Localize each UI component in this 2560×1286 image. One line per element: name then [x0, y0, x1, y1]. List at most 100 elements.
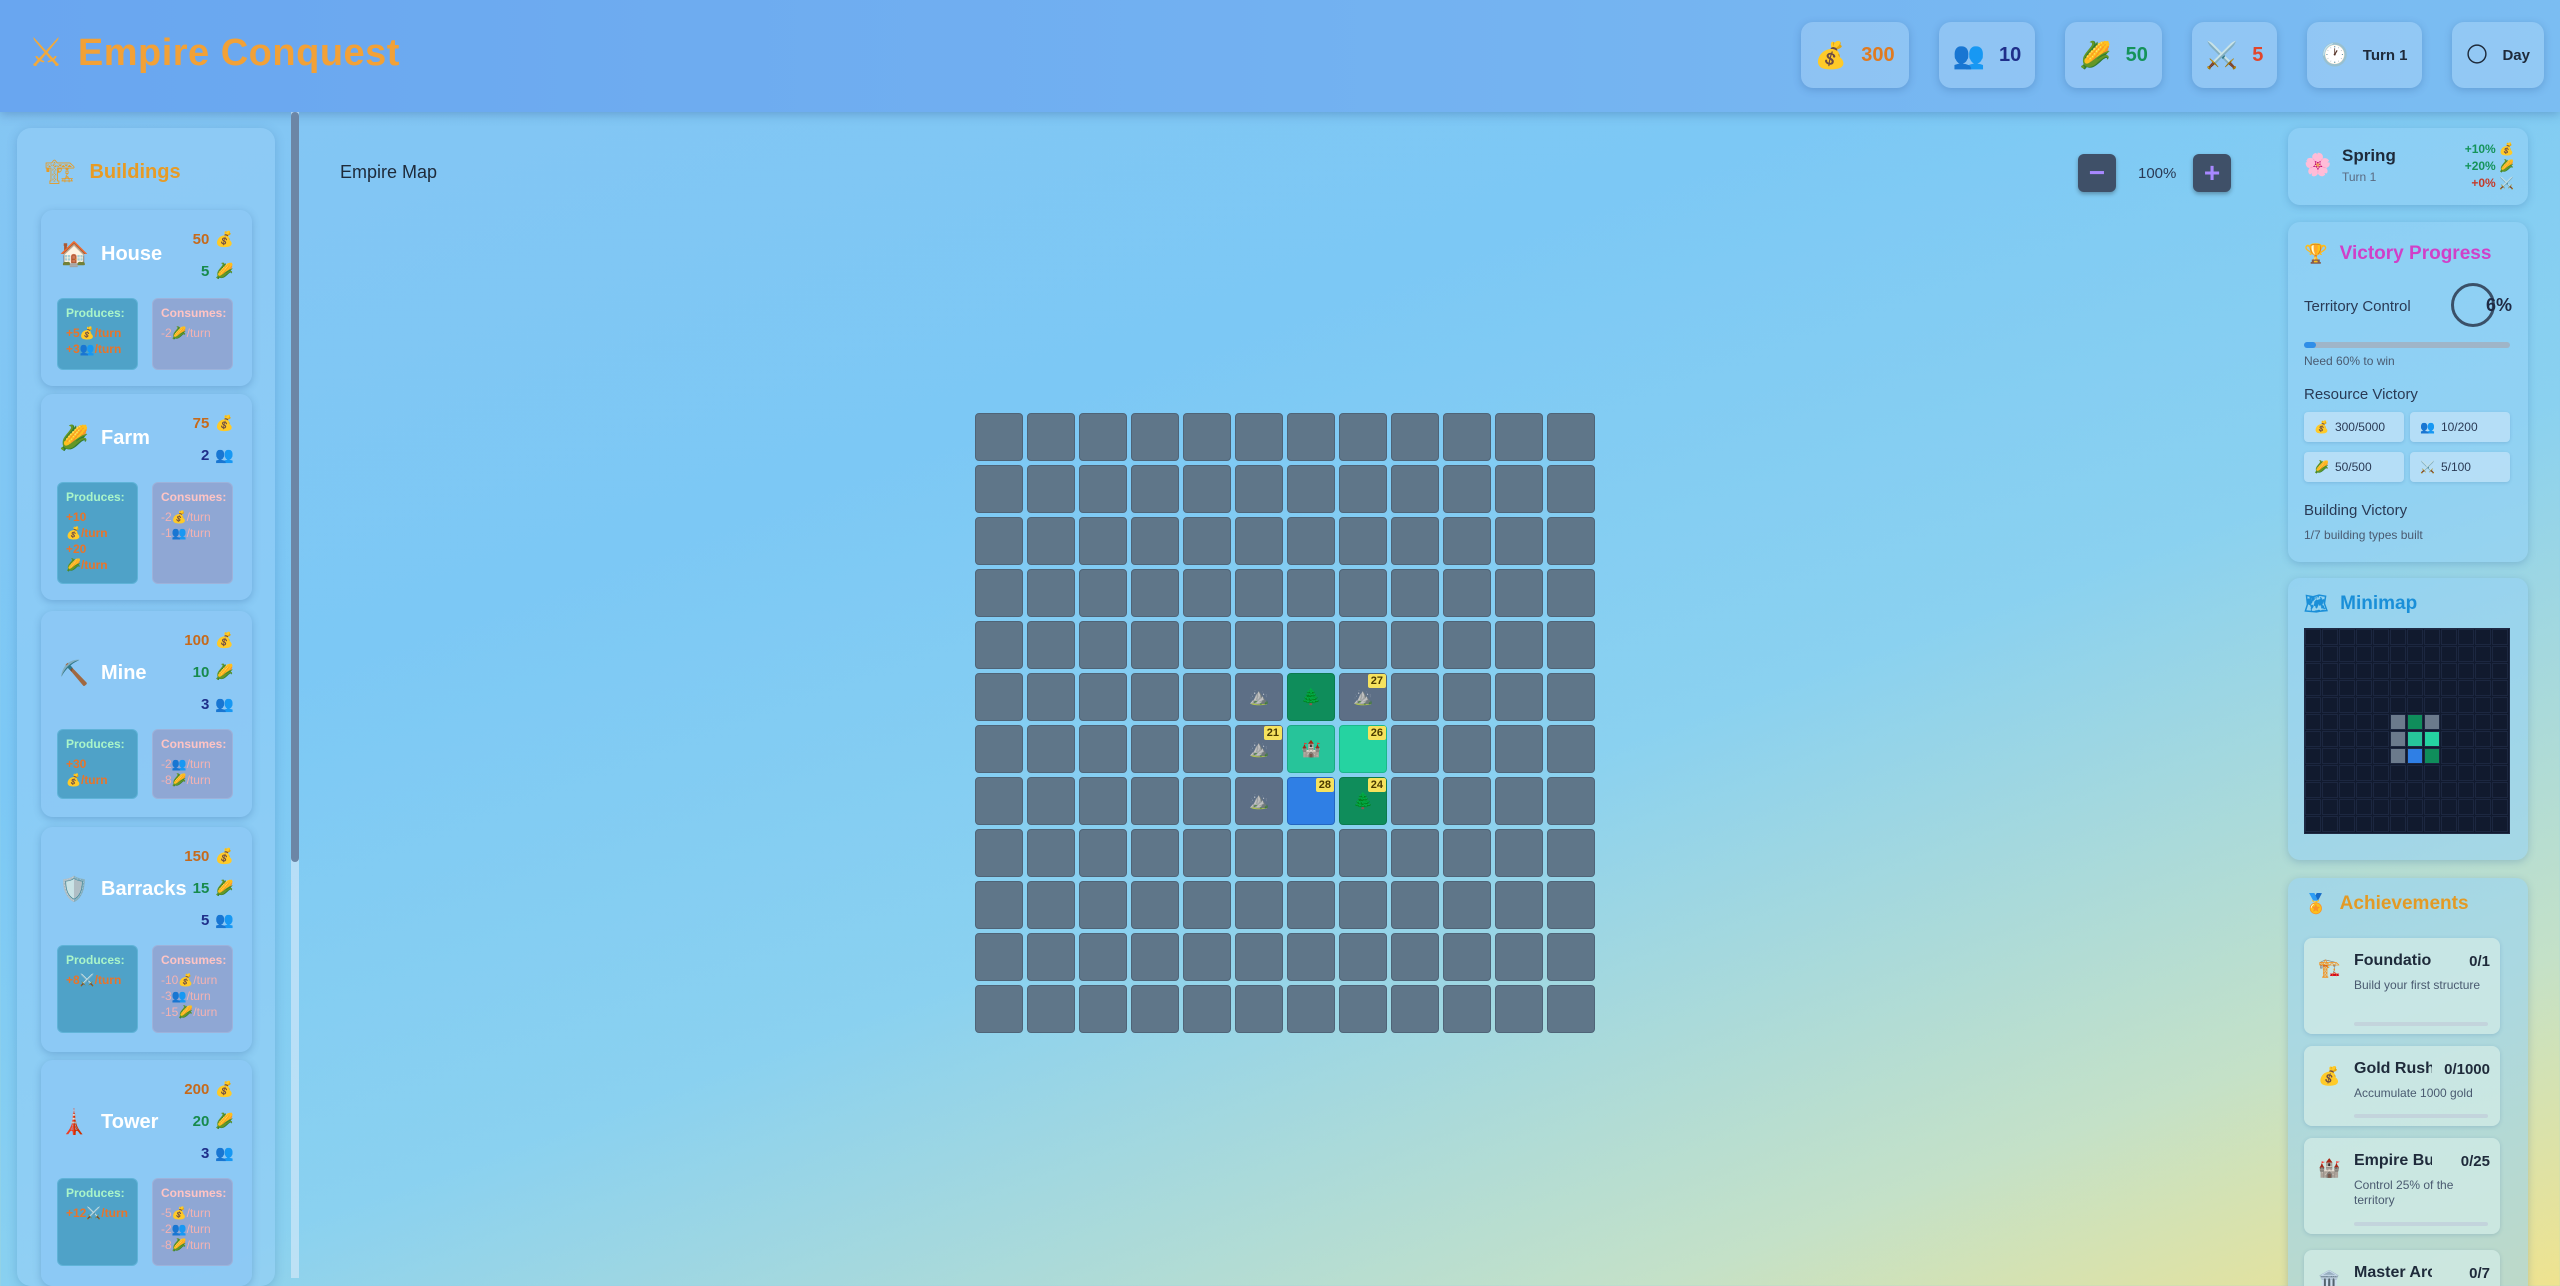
- map-tile[interactable]: [1027, 881, 1075, 929]
- map-tile[interactable]: [1547, 725, 1595, 773]
- map-tile[interactable]: [1391, 725, 1439, 773]
- map-tile[interactable]: [1495, 985, 1543, 1033]
- map-tile[interactable]: [1183, 621, 1231, 669]
- map-tile[interactable]: [1443, 465, 1491, 513]
- map-tile[interactable]: [1391, 933, 1439, 981]
- map-tile[interactable]: [975, 465, 1023, 513]
- map-tile[interactable]: [1547, 673, 1595, 721]
- map-tile-castle[interactable]: 🏰: [1287, 725, 1335, 773]
- map-tile[interactable]: [1391, 829, 1439, 877]
- map-tile[interactable]: [1131, 673, 1179, 721]
- map-tile[interactable]: [1339, 517, 1387, 565]
- map-tile[interactable]: [1547, 413, 1595, 461]
- map-tile[interactable]: [1235, 829, 1283, 877]
- map-tile[interactable]: [1131, 829, 1179, 877]
- map-tile[interactable]: [1495, 725, 1543, 773]
- minimap-view[interactable]: [2304, 628, 2510, 834]
- map-tile[interactable]: [1131, 725, 1179, 773]
- map-tile[interactable]: [1079, 933, 1127, 981]
- map-tile[interactable]: [975, 413, 1023, 461]
- map-tile[interactable]: [1443, 517, 1491, 565]
- map-tile[interactable]: [1131, 621, 1179, 669]
- map-tile-water[interactable]: 28: [1287, 777, 1335, 825]
- map-tile[interactable]: [1391, 413, 1439, 461]
- map-tile[interactable]: [1027, 413, 1075, 461]
- map-tile[interactable]: [1079, 829, 1127, 877]
- map-tile[interactable]: [1079, 569, 1127, 617]
- map-tile[interactable]: [1495, 673, 1543, 721]
- map-tile[interactable]: [975, 829, 1023, 877]
- map-tile[interactable]: [1391, 673, 1439, 721]
- map-tile[interactable]: [1027, 673, 1075, 721]
- map-tile[interactable]: [1131, 777, 1179, 825]
- map-tile-forest[interactable]: 🌲 24: [1339, 777, 1387, 825]
- map-tile[interactable]: [1131, 517, 1179, 565]
- building-card-barracks[interactable]: 🛡️ Barracks 150 💰 15 🌽 5 👥 Produces: +8⚔️/turn Con…: [41, 827, 252, 1052]
- map-tile[interactable]: [1547, 985, 1595, 1033]
- map-tile[interactable]: [1495, 881, 1543, 929]
- map-tile[interactable]: [1027, 569, 1075, 617]
- map-tile[interactable]: [1027, 465, 1075, 513]
- map-tile[interactable]: [1027, 517, 1075, 565]
- map-tile[interactable]: [1183, 673, 1231, 721]
- map-tile[interactable]: [1183, 725, 1231, 773]
- map-tile[interactable]: [1443, 881, 1491, 929]
- map-tile[interactable]: [1079, 725, 1127, 773]
- map-tile[interactable]: [1079, 777, 1127, 825]
- map-tile[interactable]: [1235, 985, 1283, 1033]
- zoom-in-button[interactable]: +: [2193, 154, 2231, 192]
- map-tile[interactable]: [1235, 569, 1283, 617]
- building-card-house[interactable]: 🏠 House 50 💰 5 🌽 Produces: +5💰/turn +3👥/turn Cons…: [41, 210, 252, 386]
- map-tile[interactable]: [1079, 881, 1127, 929]
- map-tile[interactable]: [1131, 413, 1179, 461]
- building-card-mine[interactable]: ⛏️ Mine 100 💰 10 🌽 3 👥 Produces: +30 💰/turn Consume…: [41, 611, 252, 817]
- building-card-tower[interactable]: 🗼 Tower 200 💰 20 🌽 3 👥 Produces: +12⚔️/turn Consum…: [41, 1060, 252, 1286]
- map-tile[interactable]: [1183, 933, 1231, 981]
- map-tile[interactable]: [1495, 933, 1543, 981]
- map-tile[interactable]: [1339, 829, 1387, 877]
- map-tile[interactable]: [1443, 829, 1491, 877]
- map-tile[interactable]: [1183, 881, 1231, 929]
- map-tile[interactable]: [1547, 881, 1595, 929]
- map-tile[interactable]: [1495, 569, 1543, 617]
- map-tile[interactable]: [1339, 985, 1387, 1033]
- map-tile[interactable]: [975, 985, 1023, 1033]
- map-tile[interactable]: [975, 621, 1023, 669]
- map-tile[interactable]: [1391, 985, 1439, 1033]
- map-tile[interactable]: [1443, 621, 1491, 669]
- map-tile[interactable]: [1339, 413, 1387, 461]
- map-tile[interactable]: [1443, 777, 1491, 825]
- map-tile[interactable]: [1547, 517, 1595, 565]
- map-tile[interactable]: [1339, 933, 1387, 981]
- map-tile-mount[interactable]: ⛰️: [1235, 673, 1283, 721]
- map-tile[interactable]: [975, 673, 1023, 721]
- map-tile[interactable]: [1495, 777, 1543, 825]
- map-tile-mount[interactable]: ⛰️: [1235, 777, 1283, 825]
- map-tile[interactable]: [1495, 465, 1543, 513]
- map-tile[interactable]: [1339, 569, 1387, 617]
- map-tile[interactable]: [1235, 881, 1283, 929]
- map-tile[interactable]: [1131, 465, 1179, 513]
- map-tile[interactable]: [1235, 517, 1283, 565]
- map-tile[interactable]: [1183, 413, 1231, 461]
- map-tile[interactable]: [1131, 569, 1179, 617]
- map-tile[interactable]: [1547, 777, 1595, 825]
- map-tile[interactable]: [1443, 673, 1491, 721]
- map-tile[interactable]: [1443, 985, 1491, 1033]
- map-tile[interactable]: [1079, 673, 1127, 721]
- map-tile[interactable]: [1391, 465, 1439, 513]
- map-tile-mount[interactable]: ⛰️ 27: [1339, 673, 1387, 721]
- map-tile[interactable]: [1391, 569, 1439, 617]
- map-tile[interactable]: [1287, 569, 1335, 617]
- map-tile[interactable]: [1183, 777, 1231, 825]
- map-tile[interactable]: [1235, 465, 1283, 513]
- map-tile[interactable]: [975, 569, 1023, 617]
- map-tile[interactable]: [1183, 985, 1231, 1033]
- map-tile[interactable]: [1443, 933, 1491, 981]
- map-tile[interactable]: [1495, 413, 1543, 461]
- map-tile[interactable]: [1287, 881, 1335, 929]
- map-tile[interactable]: [1547, 829, 1595, 877]
- map-tile[interactable]: [1079, 465, 1127, 513]
- map-tile[interactable]: [1287, 933, 1335, 981]
- map-tile[interactable]: [975, 725, 1023, 773]
